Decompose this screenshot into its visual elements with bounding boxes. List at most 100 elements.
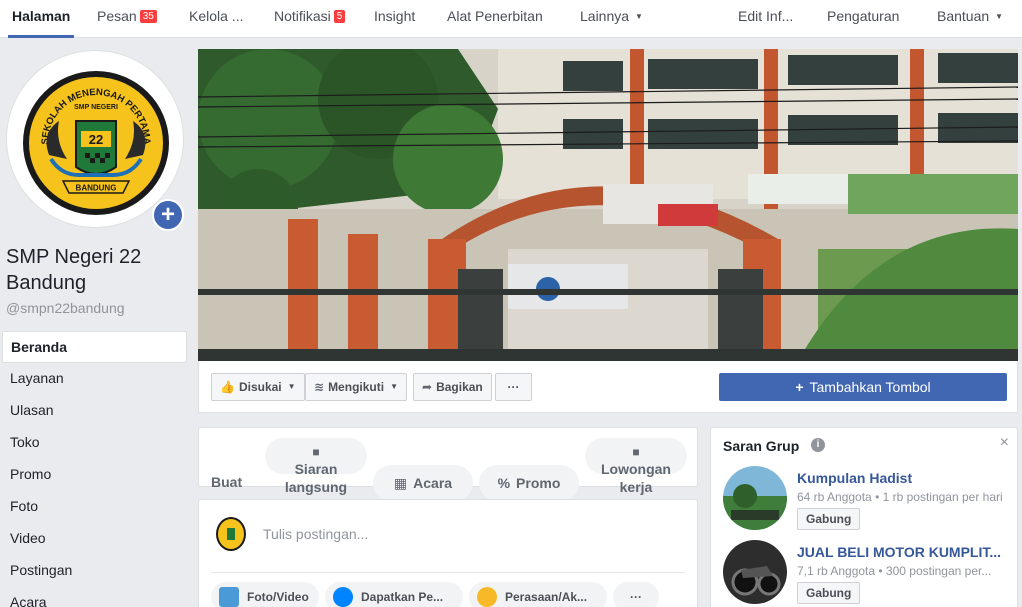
live-video-label: Siaran langsung xyxy=(284,461,348,495)
nav-item-beranda[interactable]: Beranda xyxy=(2,331,187,363)
nav-item-foto[interactable]: Foto xyxy=(2,491,187,523)
page-handle[interactable]: @smpn22bandung xyxy=(6,300,125,316)
school-logo: SEKOLAH MENENGAH PERTAMA SMP NEGERI 22 B… xyxy=(23,71,169,215)
job-label: Lowongan kerja xyxy=(601,461,671,495)
nav-item-video[interactable]: Video xyxy=(2,523,187,555)
more-composer-button[interactable]: ··· xyxy=(613,582,659,607)
more-dots-icon: ··· xyxy=(630,590,642,604)
more-actions-button[interactable]: ··· xyxy=(495,373,532,401)
composer-avatar xyxy=(216,517,246,551)
liked-button[interactable]: 👍 Disukai ▼ xyxy=(211,373,305,401)
page-title: SMP Negeri 22 Bandung xyxy=(6,246,142,294)
event-label: Acara xyxy=(413,475,453,491)
tab-edit-info[interactable]: Edit Inf... xyxy=(738,0,793,38)
plus-icon: + xyxy=(160,201,175,228)
post-composer: Tulis postingan... Foto/Video Dapatkan P… xyxy=(198,499,698,607)
get-messages-button[interactable]: Dapatkan Pe... xyxy=(325,582,463,607)
divider xyxy=(211,572,685,573)
following-button[interactable]: ≋ Mengikuti ▼ xyxy=(305,373,407,401)
tab-pengaturan-label: Pengaturan xyxy=(827,8,900,24)
nav-item-layanan[interactable]: Layanan xyxy=(2,363,187,395)
tab-bantuan-label: Bantuan xyxy=(937,8,990,24)
caret-down-icon: ▼ xyxy=(390,382,398,391)
more-dots-icon: ··· xyxy=(507,380,520,394)
rss-icon: ≋ xyxy=(314,380,325,394)
liked-label: Disukai xyxy=(238,380,282,394)
info-icon[interactable]: i xyxy=(811,438,825,452)
nav-item-toko[interactable]: Toko xyxy=(2,427,187,459)
photo-icon xyxy=(219,587,239,607)
event-button[interactable]: ▦ Acara xyxy=(373,465,473,501)
post-input[interactable]: Tulis postingan... xyxy=(263,526,368,542)
share-arrow-icon: ➦ xyxy=(422,380,433,394)
page-action-bar: 👍 Disukai ▼ ≋ Mengikuti ▼ ➦ Bagikan ··· + Tamb… xyxy=(198,361,1018,413)
nav-item-acara[interactable]: Acara xyxy=(2,587,187,607)
caret-down-icon: ▼ xyxy=(995,12,1004,21)
create-post-bar: Buat ■ Siaran langsung ▦ Acara % Promo ■ L… xyxy=(198,427,698,501)
logo-top-text: SMP NEGERI xyxy=(74,104,118,111)
join-group-button[interactable]: Gabung xyxy=(797,582,861,604)
video-camera-icon: ■ xyxy=(312,445,320,459)
briefcase-icon: ■ xyxy=(632,445,640,459)
tab-kelola-label: Kelola ... xyxy=(189,8,244,24)
photo-video-button[interactable]: Foto/Video xyxy=(211,582,319,607)
add-photo-button[interactable]: + xyxy=(152,199,184,231)
page-top-nav: Halaman Pesan 35 Kelola ... Notifikasi 5 I… xyxy=(0,0,1022,38)
group-image[interactable] xyxy=(723,466,787,530)
create-label: Buat xyxy=(211,474,243,490)
group-image[interactable] xyxy=(723,540,787,604)
calendar-icon: ▦ xyxy=(393,475,408,491)
promo-button[interactable]: % Promo xyxy=(479,465,579,501)
group-suggestion: Kumpulan Hadist 64 rb Anggota • 1 rb pos… xyxy=(723,466,1013,532)
caret-down-icon: ▼ xyxy=(287,382,296,391)
tab-edit-label: Edit Inf... xyxy=(738,8,794,24)
left-nav: Beranda Layanan Ulasan Toko Promo Foto V… xyxy=(2,331,187,607)
close-icon[interactable]: × xyxy=(1000,434,1009,452)
group-meta: 64 rb Anggota • 1 rb postingan per hari xyxy=(797,490,1003,504)
logo-bottom-text: BANDUNG xyxy=(76,184,117,193)
tab-pesan[interactable]: Pesan 35 xyxy=(97,0,157,38)
nav-item-promo[interactable]: Promo xyxy=(2,459,187,491)
pesan-count-badge: 35 xyxy=(139,10,157,23)
tab-kelola[interactable]: Kelola ... xyxy=(189,0,243,38)
thumbs-up-icon: 👍 xyxy=(220,380,235,394)
messenger-icon xyxy=(333,587,353,607)
nav-item-ulasan[interactable]: Ulasan xyxy=(2,395,187,427)
group-name-link[interactable]: JUAL BELI MOTOR KUMPLIT... xyxy=(797,544,1009,560)
nav-item-postingan[interactable]: Postingan xyxy=(2,555,187,587)
percent-icon: % xyxy=(497,475,511,491)
tab-alat-label: Alat Penerbitan xyxy=(447,8,543,24)
feeling-button[interactable]: Perasaan/Ak... xyxy=(469,582,607,607)
tab-alat-penerbitan[interactable]: Alat Penerbitan xyxy=(447,0,543,38)
share-label: Bagikan xyxy=(436,380,483,394)
get-messages-label: Dapatkan Pe... xyxy=(361,590,444,604)
tab-bantuan[interactable]: Bantuan ▼ xyxy=(937,0,1003,38)
group-suggestion: JUAL BELI MOTOR KUMPLIT... 7,1 rb Anggot… xyxy=(723,540,1013,606)
add-button-cta[interactable]: + Tambahkan Tombol xyxy=(719,373,1007,401)
tab-notifikasi[interactable]: Notifikasi 5 xyxy=(274,0,346,38)
tab-lainnya-label: Lainnya xyxy=(580,8,630,24)
tab-halaman[interactable]: Halaman xyxy=(7,0,75,38)
cover-photo[interactable] xyxy=(198,49,1018,361)
promo-label: Promo xyxy=(516,475,561,491)
tab-insight[interactable]: Insight xyxy=(374,0,415,38)
notifikasi-count-badge: 5 xyxy=(333,10,346,23)
feeling-label: Perasaan/Ak... xyxy=(505,590,588,604)
share-button[interactable]: ➦ Bagikan xyxy=(413,373,492,401)
profile-picture[interactable]: SEKOLAH MENENGAH PERTAMA SMP NEGERI 22 B… xyxy=(6,50,184,231)
job-button[interactable]: ■ Lowongan kerja xyxy=(585,438,687,495)
group-name-link[interactable]: Kumpulan Hadist xyxy=(797,470,1009,486)
cover-image xyxy=(198,49,1018,361)
logo-number-text: 22 xyxy=(89,132,103,147)
live-video-button[interactable]: ■ Siaran langsung xyxy=(265,438,367,495)
group-meta: 7,1 rb Anggota • 300 postingan per... xyxy=(797,564,992,578)
emoji-icon xyxy=(477,587,497,607)
tab-halaman-label: Halaman xyxy=(12,8,71,24)
plus-icon: + xyxy=(795,379,804,395)
suggested-groups-card: Saran Grup i × Kumpulan Hadist 64 rb Ang… xyxy=(710,427,1018,607)
tab-pengaturan[interactable]: Pengaturan xyxy=(827,0,899,38)
tab-lainnya[interactable]: Lainnya ▼ xyxy=(580,0,643,38)
join-group-button[interactable]: Gabung xyxy=(797,508,861,530)
add-button-label: Tambahkan Tombol xyxy=(809,379,931,395)
tab-insight-label: Insight xyxy=(374,8,416,24)
